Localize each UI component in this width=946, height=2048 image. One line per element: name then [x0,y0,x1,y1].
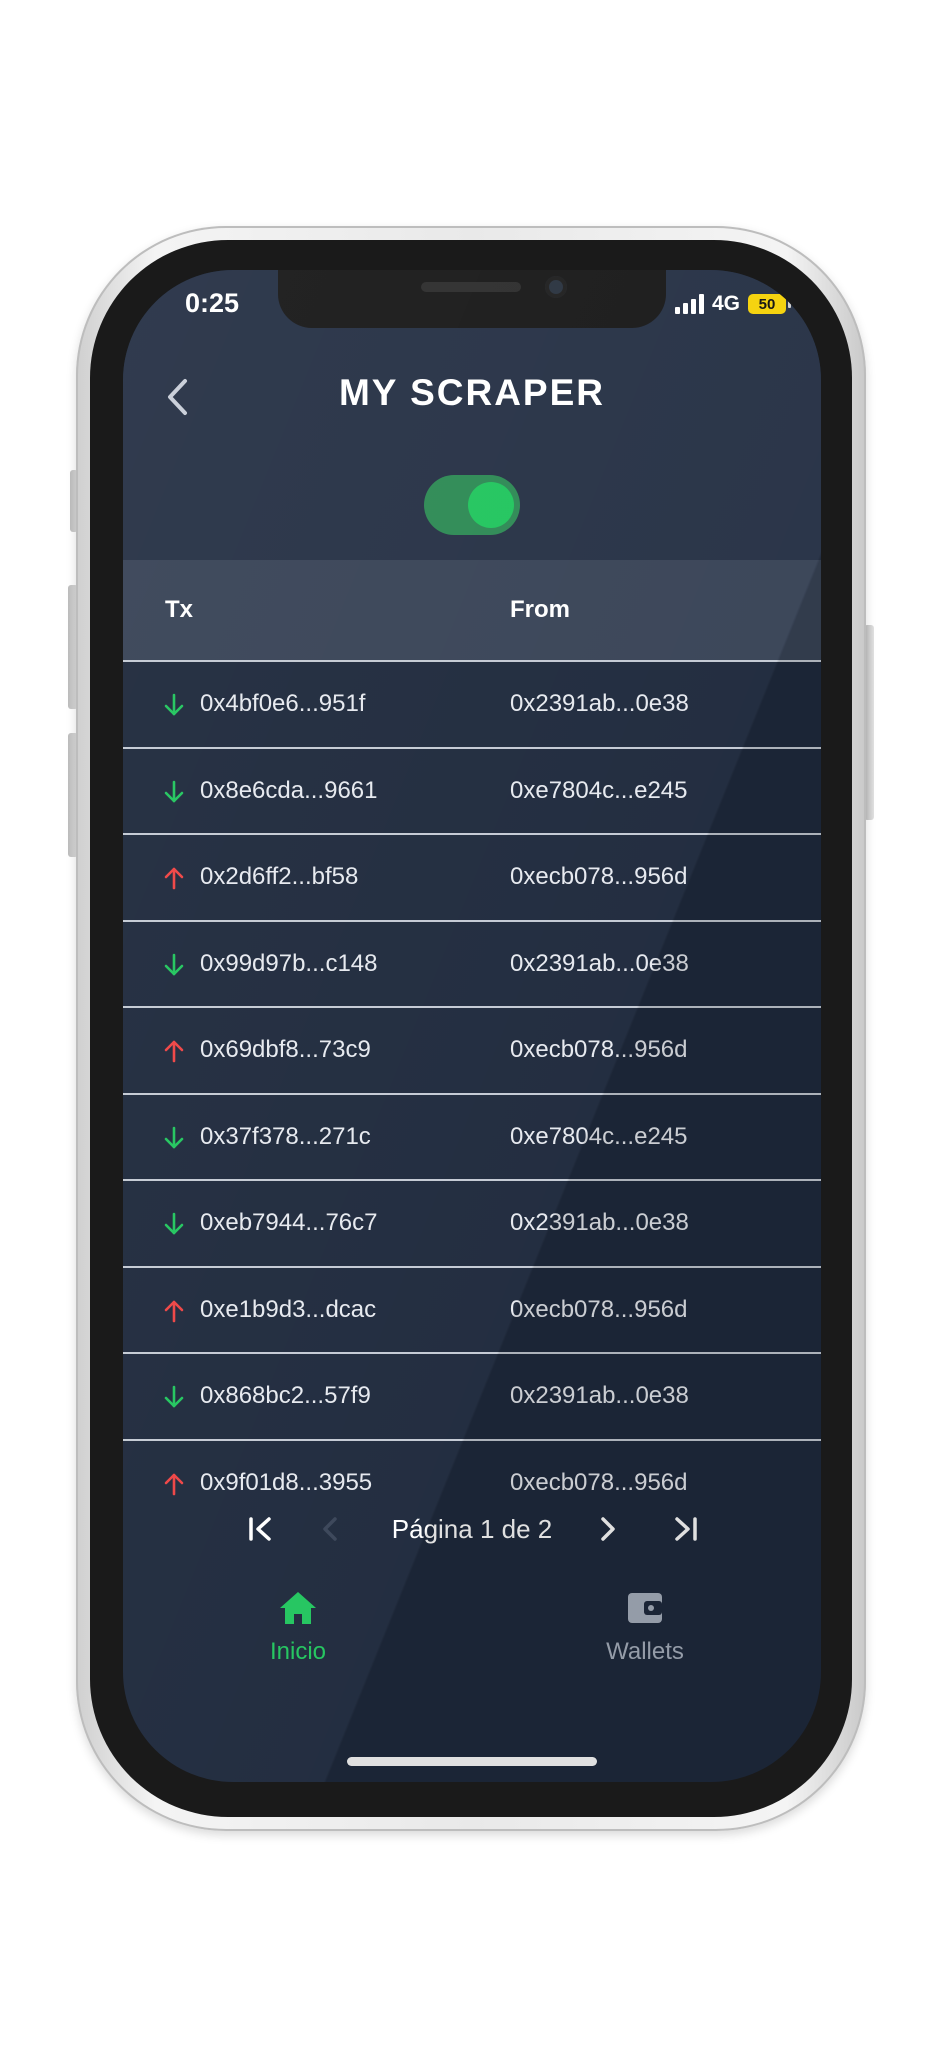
nav-item-wallets[interactable]: Wallets [565,1590,725,1666]
status-time: 0:25 [185,288,240,318]
arrow-down-icon [163,1384,185,1410]
transactions-table: Tx From 0x4bf0e6...951f 0x2391ab...0e38 0x… [123,560,821,1527]
from-address: 0xecb078...956d [510,1036,688,1063]
tx-hash: 0xeb7944...76c7 [200,1209,378,1236]
page-indicator: Página 1 de 2 [391,1514,553,1544]
tx-hash: 0xe1b9d3...dcac [200,1295,377,1323]
from-address: 0x2391ab...0e38 [510,1382,689,1409]
toggle-knob [468,482,514,528]
arrow-down-icon [163,952,185,978]
from-address: 0x2391ab...0e38 [510,690,689,717]
home-indicator[interactable] [347,1757,597,1766]
table-row[interactable]: 0x99d97b...c148 0x2391ab...0e38 [123,922,821,1008]
scraper-toggle[interactable] [424,475,520,535]
speaker-grille [421,282,521,292]
tx-hash: 0x4bf0e6...951f [200,690,366,717]
from-address: 0xecb078...956d [510,1295,688,1323]
last-page-button[interactable] [669,1512,703,1546]
column-header-from: From [510,596,570,623]
network-type: 4G [711,292,740,315]
from-address: 0x2391ab...0e38 [510,949,689,977]
table-row[interactable]: 0x2d6ff2...bf58 0xecb078...956d [123,835,821,922]
table-body: 0x4bf0e6...951f 0x2391ab...0e38 0x8e6cda..… [123,662,821,1527]
tx-hash: 0x99d97b...c148 [200,949,378,977]
signal-icon [674,294,704,314]
from-address: 0xe7804c...e245 [510,1122,688,1150]
pagination: Página 1 de 2 [123,1500,821,1560]
tx-hash: 0x9f01d8...3955 [200,1468,373,1496]
battery-tip [788,300,791,308]
status-indicators: 4G 50 [674,292,791,316]
arrow-up-icon [163,1038,185,1064]
arrow-down-icon [163,1125,185,1151]
wallet-icon [628,1593,662,1623]
table-row[interactable]: 0x69dbf8...73c9 0xecb078...956d [123,1008,821,1095]
table-row[interactable]: 0x37f378...271c 0xe7804c...e245 [123,1095,821,1181]
battery-level: 50 [758,295,776,313]
arrow-up-icon [163,1471,185,1497]
nav-label-wallets: Wallets [606,1638,684,1665]
next-page-button[interactable] [591,1512,625,1546]
arrow-up-icon [163,865,185,891]
arrow-down-icon [163,1211,185,1237]
app-title: MY SCRAPER [338,372,606,413]
nav-label-inicio: Inicio [269,1638,327,1665]
arrow-down-icon [163,779,185,805]
tx-hash: 0x37f378...271c [200,1122,371,1150]
table-row[interactable]: 0x4bf0e6...951f 0x2391ab...0e38 [123,662,821,749]
table-row[interactable]: 0x8e6cda...9661 0xe7804c...e245 [123,749,821,835]
tx-hash: 0x69dbf8...73c9 [200,1036,371,1063]
bottom-navigation: Inicio Wallets [123,1590,821,1690]
app-screen: 0:25 4G 50 MY SCRAPER Tx From 0x4bf0e6..… [123,270,821,1782]
last-page-icon [675,1517,697,1541]
notch [278,270,666,328]
table-row[interactable]: 0xeb7944...76c7 0x2391ab...0e38 [123,1181,821,1268]
table-row[interactable]: 0xe1b9d3...dcac 0xecb078...956d [123,1268,821,1354]
tx-hash: 0x8e6cda...9661 [200,776,378,804]
home-icon [280,1592,316,1624]
front-camera [545,276,567,298]
device-mockup: 0:25 4G 50 MY SCRAPER Tx From 0x4bf0e6..… [0,0,946,2048]
from-address: 0x2391ab...0e38 [510,1209,689,1236]
from-address: 0xecb078...956d [510,1468,688,1496]
from-address: 0xecb078...956d [510,863,688,890]
table-row[interactable]: 0x868bc2...57f9 0x2391ab...0e38 [123,1354,821,1441]
column-header-tx: Tx [165,596,194,623]
arrow-down-icon [163,692,185,718]
from-address: 0xe7804c...e245 [510,776,688,804]
arrow-up-icon [163,1298,185,1324]
nav-item-inicio[interactable]: Inicio [218,1590,378,1666]
tx-hash: 0x868bc2...57f9 [200,1382,371,1409]
table-header: Tx From [123,560,821,662]
chevron-right-icon [601,1517,615,1541]
battery-icon: 50 [748,294,786,314]
tx-hash: 0x2d6ff2...bf58 [200,863,359,890]
